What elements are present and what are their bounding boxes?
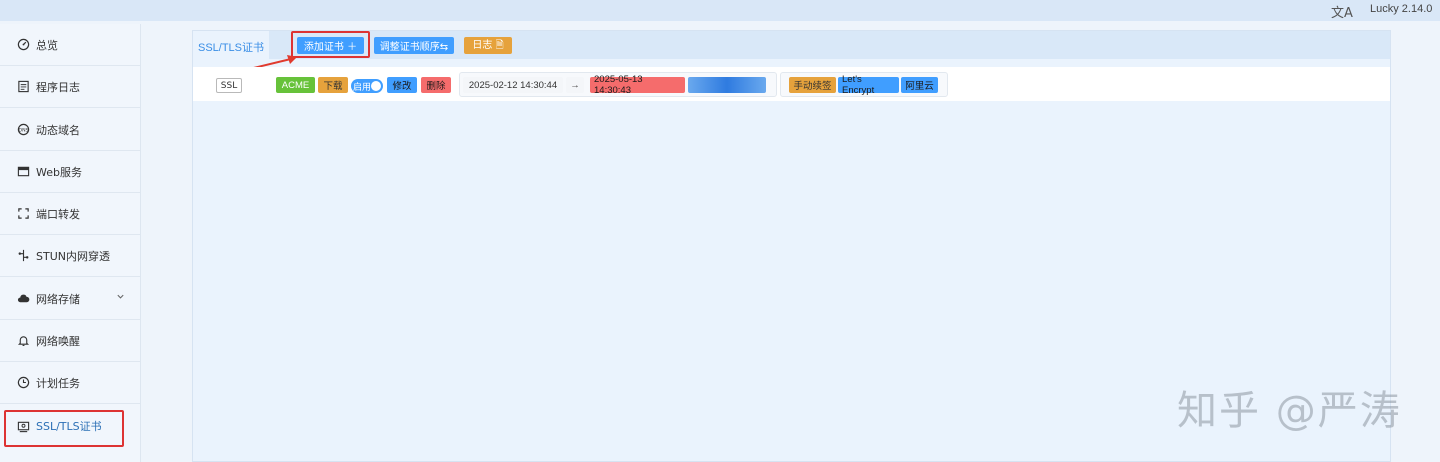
sidebar-item-label: 总览	[36, 38, 58, 52]
toggle-label: 启用	[353, 82, 372, 93]
download-button[interactable]: 下载	[318, 77, 348, 93]
sidebar: 总览 程序日志 DNS 动态域名 Web服务 端口转发 STUN内网穿透 网络存…	[0, 24, 141, 462]
sidebar-item-logs[interactable]: 程序日志	[0, 66, 140, 108]
acme-badge: ACME	[276, 77, 315, 93]
edit-button[interactable]: 修改	[387, 77, 417, 93]
cert-type-badge: SSL	[216, 78, 242, 93]
sidebar-item-stun[interactable]: STUN内网穿透	[0, 235, 140, 277]
web-icon	[16, 165, 30, 179]
dns-provider-badge: 阿里云	[901, 77, 938, 93]
log-icon	[16, 80, 30, 94]
language-icon[interactable]: 文A	[1331, 2, 1353, 21]
sidebar-item-label: 网络唤醒	[36, 334, 80, 348]
sidebar-item-web[interactable]: Web服务	[0, 151, 140, 193]
svg-text:DNS: DNS	[18, 128, 28, 134]
table-row: SSL ACME 下载 启用 修改 删除 2025-02-12 14:30:44…	[193, 67, 1390, 101]
bell-icon	[16, 334, 30, 348]
sidebar-item-label: SSL/TLS证书	[36, 420, 102, 433]
sidebar-item-label: 端口转发	[36, 207, 80, 221]
sidebar-item-wol[interactable]: 网络唤醒	[0, 320, 140, 362]
chevron-down-icon[interactable]	[116, 292, 125, 304]
sidebar-item-port-forward[interactable]: 端口转发	[0, 193, 140, 235]
clock-icon	[16, 376, 30, 390]
validity-group: 2025-02-12 14:30:44 → 2025-05-13 14:30:4…	[459, 72, 777, 97]
sidebar-item-storage[interactable]: 网络存储	[0, 278, 140, 320]
sidebar-item-label: 动态域名	[36, 123, 80, 137]
log-button[interactable]: 日志 🗎	[464, 37, 512, 54]
stun-icon	[16, 249, 30, 263]
issued-date: 2025-02-12 14:30:44	[463, 77, 563, 93]
arrow-right-icon: →	[566, 77, 584, 93]
manual-renew-badge[interactable]: 手动续签	[789, 77, 836, 93]
cloud-icon	[16, 292, 30, 306]
expiry-date: 2025-05-13 14:30:43	[590, 74, 685, 96]
sidebar-item-label: 计划任务	[36, 376, 80, 390]
sidebar-item-label: 网络存储	[36, 292, 80, 306]
sidebar-item-label: 程序日志	[36, 80, 80, 94]
enable-toggle[interactable]: 启用	[351, 79, 383, 93]
sidebar-item-ddns[interactable]: DNS 动态域名	[0, 109, 140, 151]
ca-badge: Let's Encrypt	[838, 74, 899, 96]
dns-icon: DNS	[16, 123, 30, 137]
sidebar-item-label: Web服务	[36, 165, 82, 179]
sidebar-item-overview[interactable]: 总览	[0, 24, 140, 66]
reorder-certificates-button[interactable]: 调整证书顺序⇆	[374, 37, 454, 54]
add-certificate-button[interactable]: 添加证书 ＋	[297, 37, 364, 54]
certificate-icon	[16, 419, 30, 433]
watermark: 知乎 @严涛	[1177, 388, 1402, 434]
sidebar-item-ssl[interactable]: SSL/TLS证书	[0, 405, 140, 447]
cert-info-group: 手动续签 Let's Encrypt 阿里云	[780, 72, 948, 97]
domain-redacted	[688, 77, 766, 93]
delete-button[interactable]: 删除	[421, 77, 451, 93]
dashboard-icon	[16, 38, 30, 52]
forward-icon	[16, 207, 30, 221]
sidebar-item-label: STUN内网穿透	[36, 249, 110, 263]
toggle-knob	[371, 81, 381, 91]
sidebar-item-tasks[interactable]: 计划任务	[0, 362, 140, 404]
tab-bar	[193, 31, 1390, 59]
top-bar: 文A Lucky 2.14.0	[0, 0, 1440, 21]
version-label: Lucky 2.14.0	[1370, 3, 1433, 15]
